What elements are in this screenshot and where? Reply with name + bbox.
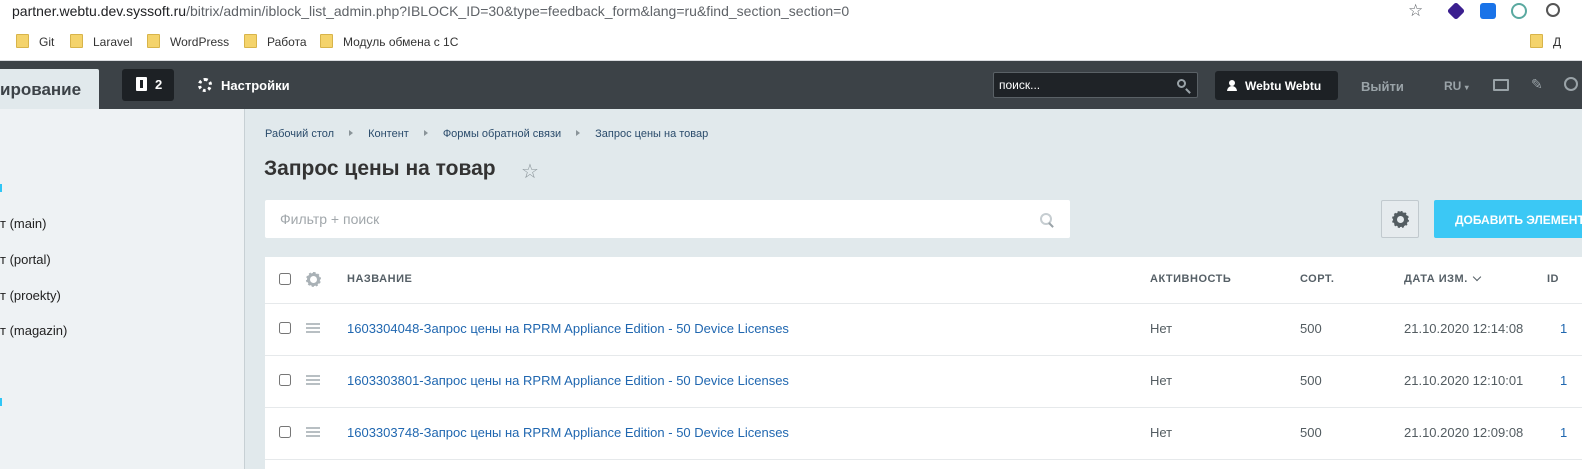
row-sort: 500 [1300,373,1322,388]
row-sort: 500 [1300,321,1322,336]
top-search [993,72,1198,98]
url-text[interactable]: partner.webtu.dev.syssoft.ru/bitrix/admi… [12,3,849,19]
hotkeys-icon[interactable] [1493,79,1509,91]
row-name-link[interactable]: 1603303748-Запрос цены на RPRM Appliance… [347,425,789,440]
select-all-checkbox[interactable] [279,273,291,285]
pin-icon[interactable]: ✎ [1531,76,1543,93]
folder-icon [244,34,257,48]
row-checkbox[interactable] [279,374,291,386]
bookmark-work[interactable]: Работа [244,34,307,49]
search-icon[interactable] [1177,79,1186,88]
language-selector[interactable]: RU ▾ [1444,79,1469,93]
row-sort: 500 [1300,425,1322,440]
row-active: Нет [1150,373,1173,388]
folder-icon [147,34,160,48]
row-date: 21.10.2020 12:09:08 [1404,425,1524,440]
search-icon[interactable] [1040,213,1052,225]
folder-icon [70,34,83,48]
column-header-active[interactable]: АКТИВНОСТЬ [1150,273,1231,285]
row-active: Нет [1150,425,1173,440]
extension-circle-icon[interactable] [1511,3,1527,19]
row-date: 21.10.2020 12:10:01 [1404,373,1524,388]
chevron-down-icon: ▾ [1464,83,1469,92]
row-actions-menu-icon[interactable] [306,427,320,437]
menu-marker [0,184,2,192]
breadcrumb-item[interactable]: Контент [368,128,409,140]
browser-address-bar[interactable]: partner.webtu.dev.syssoft.ru/bitrix/admi… [0,0,1582,24]
breadcrumb-arrow-icon [423,130,428,136]
favorite-star-icon[interactable]: ☆ [521,159,539,184]
profile-avatar-icon[interactable] [1546,3,1560,17]
filter-search-input[interactable] [280,210,1020,228]
elements-grid: НАЗВАНИЕ АКТИВНОСТЬ СОРТ. ДАТА ИЗМ. ID 1… [265,257,1582,469]
breadcrumb-item[interactable]: Рабочий стол [265,128,334,140]
gear-icon [198,78,212,92]
breadcrumb-item[interactable]: Формы обратной связи [443,128,561,140]
admin-tab[interactable]: ирование [0,69,99,109]
logout-link[interactable]: Выйти [1361,79,1404,94]
left-menu: т (main) т (portal) т (proekty) т (magaz… [0,109,245,469]
bookmark-wordpress[interactable]: WordPress [147,34,229,49]
breadcrumb: Рабочий стол Контент Формы обратной связи З… [265,128,708,140]
folder-icon [1530,34,1543,48]
row-actions-menu-icon[interactable] [306,323,320,333]
url-path: /bitrix/admin/iblock_list_admin.php?IBLO… [186,3,850,19]
notifications-count: 2 [155,77,163,92]
column-header-date[interactable]: ДАТА ИЗМ. [1404,272,1482,285]
user-button[interactable]: Webtu Webtu [1215,71,1338,100]
notification-icon [136,77,147,91]
row-date: 21.10.2020 12:14:08 [1404,321,1524,336]
folder-icon [16,34,29,48]
breadcrumb-item[interactable]: Запрос цены на товар [595,128,708,140]
page-title: Запрос цены на товар [264,157,496,180]
extension-diamond-icon[interactable] [1446,1,1466,21]
bookmark-git[interactable]: Git [16,34,54,49]
settings-button[interactable]: Настройки [198,78,290,93]
row-name-link[interactable]: 1603303801-Запрос цены на RPRM Appliance… [347,373,789,388]
extension-key-icon[interactable] [1480,3,1496,19]
help-icon[interactable] [1564,77,1578,91]
bookmarks-bar: Git Laravel WordPress Работа Модуль обме… [0,24,1582,61]
url-host: partner.webtu.dev.syssoft.ru [12,3,187,19]
row-id[interactable]: 1 [1560,373,1567,388]
bookmark-star-icon[interactable]: ☆ [1408,1,1423,21]
filter-search [265,200,1070,238]
row-actions-menu-icon[interactable] [306,375,320,385]
sort-desc-icon [1472,272,1482,282]
table-row: 1603304048-Запрос цены на RPRM Appliance… [265,303,1582,356]
row-id[interactable]: 1 [1560,321,1567,336]
row-checkbox[interactable] [279,426,291,438]
bookmark-1c-module[interactable]: Модуль обмена с 1С [320,34,458,49]
bookmark-other[interactable]: Д [1530,34,1561,49]
gear-icon [1392,211,1409,228]
breadcrumb-arrow-icon [576,130,581,136]
grid-header: НАЗВАНИЕ АКТИВНОСТЬ СОРТ. ДАТА ИЗМ. ID [265,257,1582,304]
add-element-button[interactable]: ДОБАВИТЬ ЭЛЕМЕНТ [1434,200,1582,238]
column-header-id[interactable]: ID [1547,273,1559,285]
left-menu-item-portal[interactable]: т (portal) [0,252,51,267]
row-name-link[interactable]: 1603304048-Запрос цены на RPRM Appliance… [347,321,789,336]
table-row: 1603303748-Запрос цены на RPRM Appliance… [265,407,1582,460]
breadcrumb-arrow-icon [349,130,354,136]
user-icon [1227,80,1237,91]
top-search-input[interactable] [999,77,1169,93]
admin-top-panel: ирование 2 Настройки Webtu Webtu Выйти R… [0,61,1582,109]
row-active: Нет [1150,321,1173,336]
notifications-button[interactable]: 2 [122,69,174,101]
bookmark-laravel[interactable]: Laravel [70,34,132,49]
left-menu-item-main[interactable]: т (main) [0,216,46,231]
table-row: 1603303801-Запрос цены на RPRM Appliance… [265,355,1582,408]
folder-icon [320,34,333,48]
list-settings-button[interactable] [1381,200,1419,238]
column-settings-gear-icon[interactable] [306,272,321,287]
row-checkbox[interactable] [279,322,291,334]
column-header-name[interactable]: НАЗВАНИЕ [347,273,412,285]
left-menu-item-magazin[interactable]: т (magazin) [0,323,67,338]
column-header-sort[interactable]: СОРТ. [1300,273,1334,285]
left-menu-item-proekty[interactable]: т (proekty) [0,288,61,303]
row-id[interactable]: 1 [1560,425,1567,440]
menu-marker [0,398,2,406]
